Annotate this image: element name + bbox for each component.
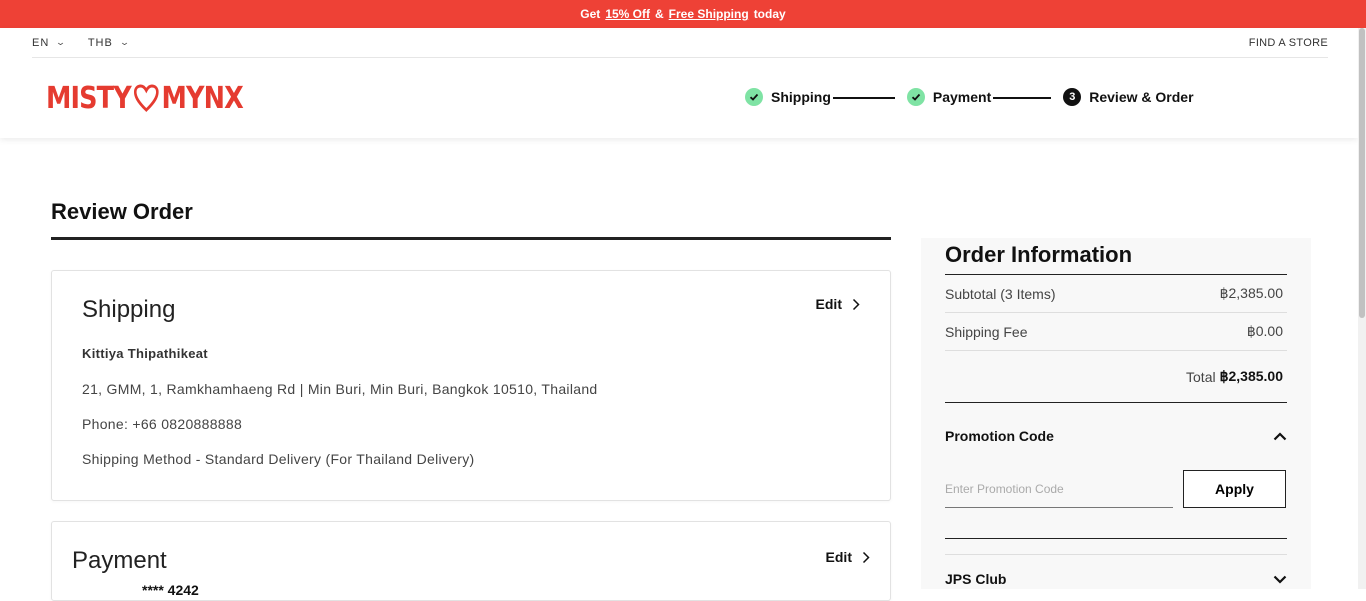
apply-button[interactable]: Apply <box>1183 470 1286 508</box>
subtotal-value: ฿2,385.00 <box>1219 285 1283 301</box>
jps-club-toggle[interactable]: JPS Club <box>945 571 1287 587</box>
logo-text-left: MISTY <box>46 80 132 116</box>
order-info-title: Order Information <box>945 242 1133 267</box>
promo-suffix: today <box>753 7 786 21</box>
chevron-down-icon: ⌄ <box>55 37 68 47</box>
heart-icon <box>133 84 159 112</box>
checkout-stepper: Shipping Payment 3 Review & Order <box>745 88 1194 106</box>
currency-selector[interactable]: THB ⌄ <box>88 37 130 49</box>
step-shipping[interactable]: Shipping <box>745 88 831 106</box>
chevron-down-icon <box>1273 571 1287 587</box>
shipping-method: Shipping Method - Standard Delivery (For… <box>82 451 475 467</box>
step-connector <box>832 97 895 99</box>
promo-amp: & <box>655 7 664 21</box>
edit-label: Edit <box>815 296 842 312</box>
logo-text-right: MYNX <box>161 80 243 116</box>
promotion-divider <box>945 538 1287 539</box>
check-icon <box>906 88 925 106</box>
currency-label: THB <box>87 36 113 49</box>
site-header: EN ⌄ THB ⌄ FIND A STORE MISTY MYNX Shipp… <box>0 28 1358 138</box>
title-divider <box>51 237 891 240</box>
shipping-fee-row: Shipping Fee ฿0.00 <box>945 313 1287 351</box>
chevron-right-icon <box>862 551 870 564</box>
utility-bar: EN ⌄ THB ⌄ FIND A STORE <box>32 28 1328 58</box>
promotion-code-heading: Promotion Code <box>945 428 1054 444</box>
subtotal-label: Subtotal (3 Items) <box>945 285 1056 302</box>
step-payment[interactable]: Payment <box>906 88 992 106</box>
step-label: Payment <box>932 89 992 105</box>
promo-prefix: Get <box>580 7 601 21</box>
jps-divider <box>945 554 1287 555</box>
subtotal-row: Subtotal (3 Items) ฿2,385.00 <box>945 275 1287 313</box>
edit-payment-button[interactable]: Edit <box>826 549 870 565</box>
free-shipping-link[interactable]: Free Shipping <box>669 7 749 21</box>
chevron-right-icon <box>852 298 860 311</box>
step-label: Shipping <box>771 89 831 105</box>
language-label: EN <box>32 36 50 49</box>
shipping-address: 21, GMM, 1, Ramkhamhaeng Rd | Min Buri, … <box>82 381 598 397</box>
brand-logo[interactable]: MISTY MYNX <box>46 80 244 116</box>
page-title: Review Order <box>51 199 193 224</box>
order-information-panel: Order Information Subtotal (3 Items) ฿2,… <box>921 238 1311 589</box>
step-number: 3 <box>1063 88 1082 106</box>
total-label: Total <box>1186 368 1216 385</box>
chevron-down-icon: ⌄ <box>119 37 132 47</box>
edit-shipping-button[interactable]: Edit <box>816 296 860 312</box>
shipping-heading: Shipping <box>82 296 176 323</box>
step-review-order: 3 Review & Order <box>1063 88 1194 106</box>
step-label: Review & Order <box>1089 89 1194 105</box>
chevron-up-icon <box>1273 428 1287 444</box>
payment-heading: Payment <box>72 547 167 574</box>
discount-link[interactable]: 15% Off <box>605 7 650 21</box>
check-icon <box>745 88 763 106</box>
find-store-link[interactable]: FIND A STORE <box>1249 37 1328 49</box>
promo-banner: Get 15% Off & Free Shipping today <box>0 0 1366 28</box>
promotion-code-input[interactable] <box>945 470 1173 508</box>
step-connector <box>993 97 1052 99</box>
edit-label: Edit <box>825 549 852 565</box>
page-scrollbar[interactable] <box>1358 28 1366 589</box>
promotion-code-toggle[interactable]: Promotion Code <box>945 428 1287 444</box>
shipping-fee-value: ฿0.00 <box>1246 323 1283 339</box>
scrollbar-thumb[interactable] <box>1359 28 1365 318</box>
shipping-card: Shipping Edit Kittiya Thipathikeat 21, G… <box>51 270 891 501</box>
recipient-name: Kittiya Thipathikeat <box>82 346 208 361</box>
card-number: **** 4242 <box>142 582 199 598</box>
shipping-phone: Phone: +66 0820888888 <box>82 416 243 432</box>
total-row: Total ฿2,385.00 <box>945 351 1287 403</box>
promotion-code-section: Promotion Code Apply <box>945 428 1287 508</box>
total-value: ฿2,385.00 <box>1219 368 1283 384</box>
shipping-fee-label: Shipping Fee <box>945 323 1028 340</box>
language-selector[interactable]: EN ⌄ <box>32 37 66 49</box>
payment-card: Payment Edit **** 4242 <box>51 521 891 601</box>
jps-club-heading: JPS Club <box>945 571 1007 587</box>
